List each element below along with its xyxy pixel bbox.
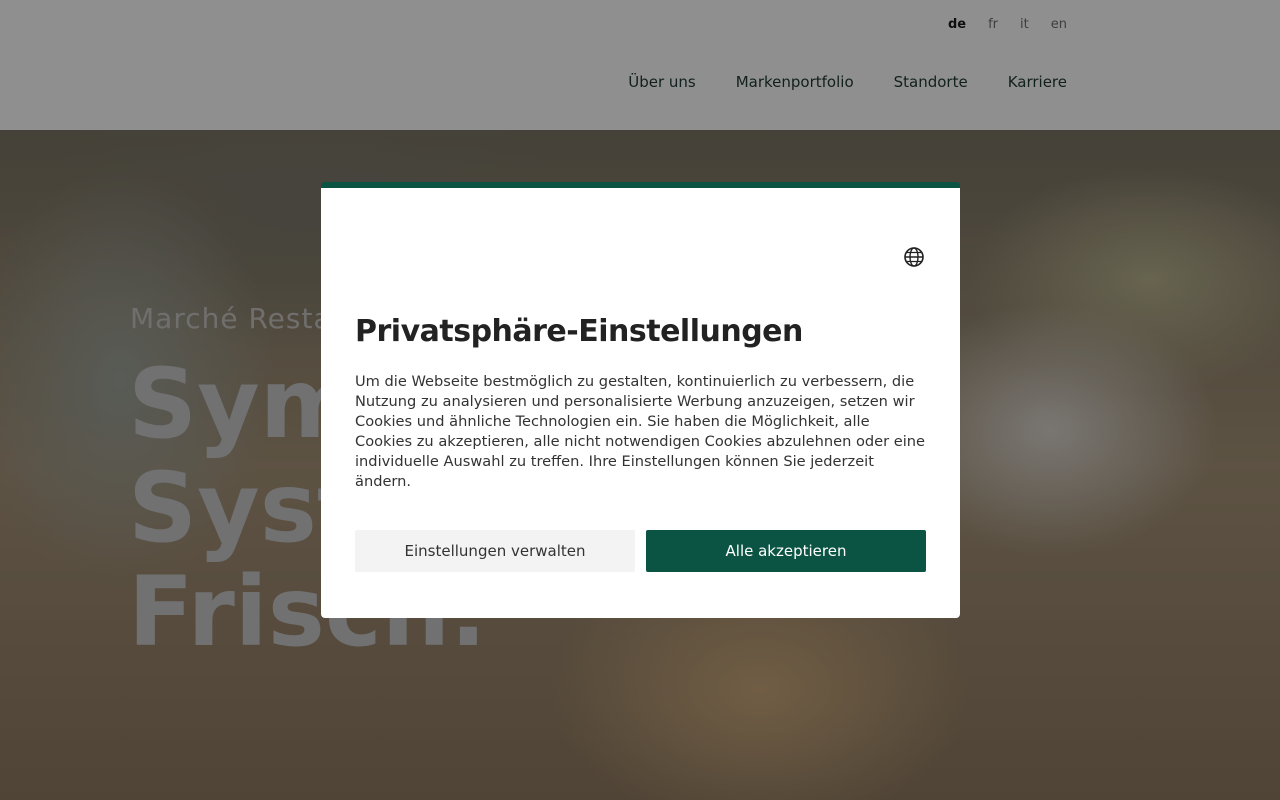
manage-settings-button[interactable]: Einstellungen verwalten — [355, 530, 635, 572]
globe-icon[interactable] — [903, 246, 925, 268]
privacy-settings-dialog: Privatsphäre-Einstellungen Um die Websei… — [321, 182, 960, 618]
accept-all-button[interactable]: Alle akzeptieren — [646, 530, 926, 572]
dialog-title: Privatsphäre-Einstellungen — [355, 314, 803, 349]
dialog-description: Um die Webseite bestmöglich zu gestalten… — [355, 373, 926, 490]
